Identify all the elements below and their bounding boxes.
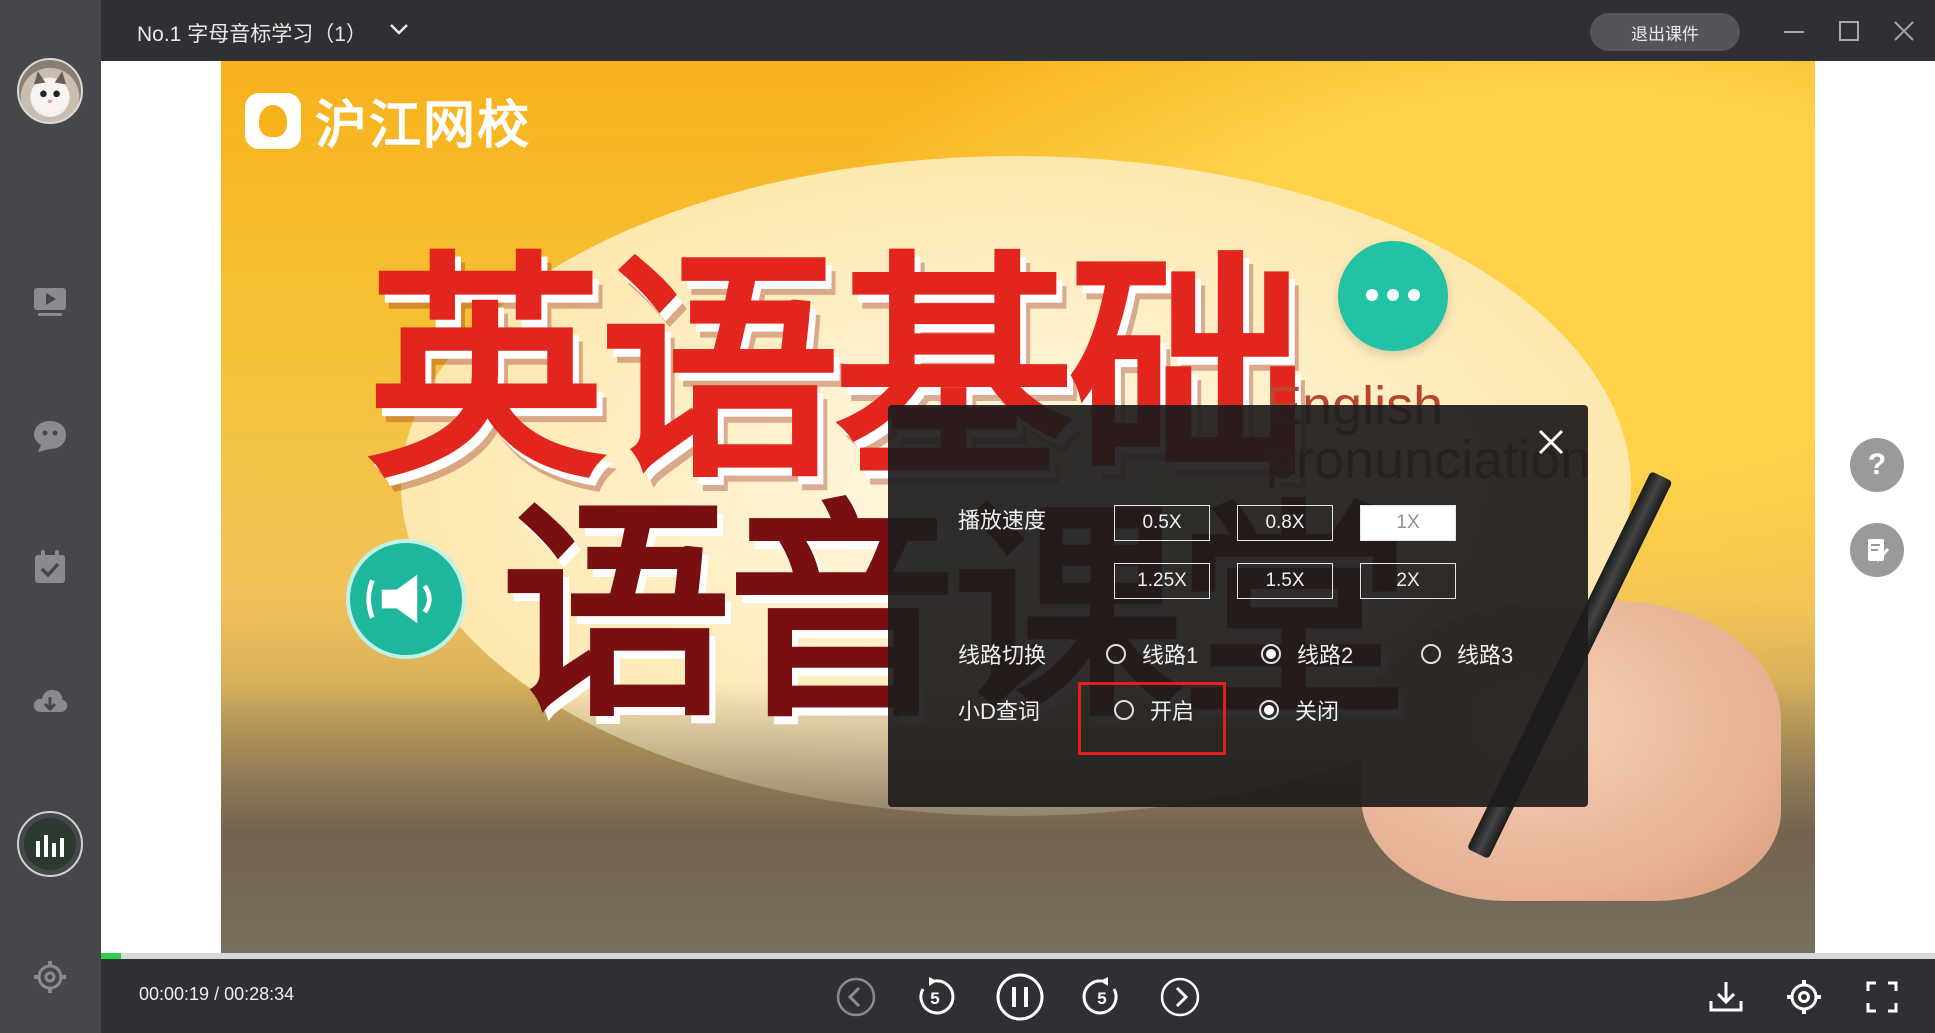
- settings-button[interactable]: [1782, 975, 1826, 1019]
- rewind-5-button[interactable]: 5: [913, 975, 957, 1019]
- video-icon: [34, 288, 66, 316]
- stage: 沪江网校 英语基础 语音课堂 English pronunciation 播放速…: [101, 61, 1935, 955]
- audio-bars-icon: [36, 835, 64, 857]
- previous-button[interactable]: [834, 975, 878, 1019]
- radio-icon: [1421, 644, 1441, 664]
- exit-course-button[interactable]: 退出课件: [1590, 13, 1740, 51]
- svg-text:5: 5: [930, 989, 939, 1008]
- line-option-2[interactable]: 线路2: [1261, 638, 1353, 670]
- sidebar-item-settings[interactable]: [28, 955, 72, 999]
- notes-button[interactable]: [1850, 523, 1904, 577]
- maximize-icon[interactable]: [1836, 18, 1862, 44]
- fullscreen-icon: [1866, 981, 1898, 1013]
- download-button[interactable]: [1704, 975, 1748, 1019]
- forward-5-button[interactable]: 5: [1080, 975, 1124, 1019]
- total-time: 00:28:34: [224, 984, 295, 1004]
- speed-option-2x[interactable]: 2X: [1360, 563, 1456, 599]
- current-time: 00:00:19: [139, 984, 210, 1004]
- rewind-5-icon: 5: [919, 977, 955, 1015]
- settings-dialog: 播放速度 0.5X 0.8X 1X 1.25X 1.5X 2X 线路切换 线路1…: [888, 405, 1588, 807]
- speaker-icon: [346, 539, 466, 659]
- line-option-3[interactable]: 线路3: [1421, 638, 1513, 670]
- chevron-down-icon[interactable]: [386, 16, 412, 42]
- time-display: 00:00:19 / 00:28:34: [139, 984, 294, 1005]
- sidebar-item-tasks[interactable]: [28, 545, 72, 589]
- avatar[interactable]: [17, 58, 83, 124]
- time-separator: /: [214, 984, 220, 1004]
- course-title[interactable]: No.1 字母音标学习（1）: [137, 18, 367, 48]
- minimize-icon[interactable]: [1781, 18, 1807, 44]
- sidebar-item-chat[interactable]: [28, 414, 72, 458]
- speed-option-1.25x[interactable]: 1.25X: [1114, 563, 1210, 599]
- sidebar-item-audio[interactable]: [17, 811, 83, 877]
- speed-option-1.5x[interactable]: 1.5X: [1237, 563, 1333, 599]
- sidebar-item-download[interactable]: [28, 678, 72, 722]
- speed-option-0.8x[interactable]: 0.8X: [1237, 505, 1333, 541]
- forward-5-icon: 5: [1082, 977, 1118, 1015]
- note-edit-icon: [1868, 539, 1890, 563]
- dialog-close-icon[interactable]: [1536, 427, 1566, 457]
- course-slide: 沪江网校 英语基础 语音课堂 English pronunciation 播放速…: [221, 61, 1815, 955]
- title-bar: No.1 字母音标学习（1） 退出课件: [101, 0, 1935, 61]
- cat-avatar-icon: [31, 71, 69, 113]
- sidebar: [0, 0, 101, 1033]
- speed-option-0.5x[interactable]: 0.5X: [1114, 505, 1210, 541]
- calendar-check-icon: [35, 550, 65, 583]
- player-controls: 00:00:19 / 00:28:34 5 5: [101, 959, 1935, 1033]
- cloud-download-icon: [33, 689, 68, 712]
- download-icon: [1709, 982, 1743, 1012]
- close-icon[interactable]: [1891, 18, 1917, 44]
- sprout-logo-icon: [245, 92, 301, 149]
- svg-text:5: 5: [1097, 989, 1106, 1008]
- line-option-1[interactable]: 线路1: [1106, 638, 1198, 670]
- speed-option-1x[interactable]: 1X: [1360, 505, 1456, 541]
- lookup-label: 小D查词: [958, 699, 1040, 724]
- line-label: 线路切换: [958, 643, 1047, 668]
- highlight-box: [1078, 682, 1226, 755]
- chevron-left-circle-icon: [836, 977, 876, 1017]
- help-button[interactable]: ?: [1850, 438, 1904, 492]
- speed-label: 播放速度: [958, 508, 1047, 533]
- next-button[interactable]: [1158, 975, 1202, 1019]
- lookup-option-off[interactable]: 关闭: [1259, 694, 1339, 726]
- pause-button[interactable]: [994, 971, 1046, 1023]
- hujiang-logo: 沪江网校: [245, 83, 531, 158]
- fullscreen-button[interactable]: [1860, 975, 1904, 1019]
- logo-text: 沪江网校: [315, 97, 532, 155]
- radio-icon: [1106, 644, 1126, 664]
- chat-bubble-icon: [34, 421, 66, 452]
- chat-dots-icon: [1338, 241, 1448, 351]
- radio-selected-icon: [1261, 644, 1281, 664]
- question-icon: ?: [1867, 448, 1887, 481]
- chevron-right-circle-icon: [1160, 977, 1200, 1017]
- gear-icon: [1787, 980, 1821, 1014]
- gear-icon: [34, 961, 66, 993]
- radio-selected-icon: [1259, 700, 1279, 720]
- sidebar-item-video[interactable]: [28, 279, 72, 323]
- pause-icon: [996, 973, 1044, 1021]
